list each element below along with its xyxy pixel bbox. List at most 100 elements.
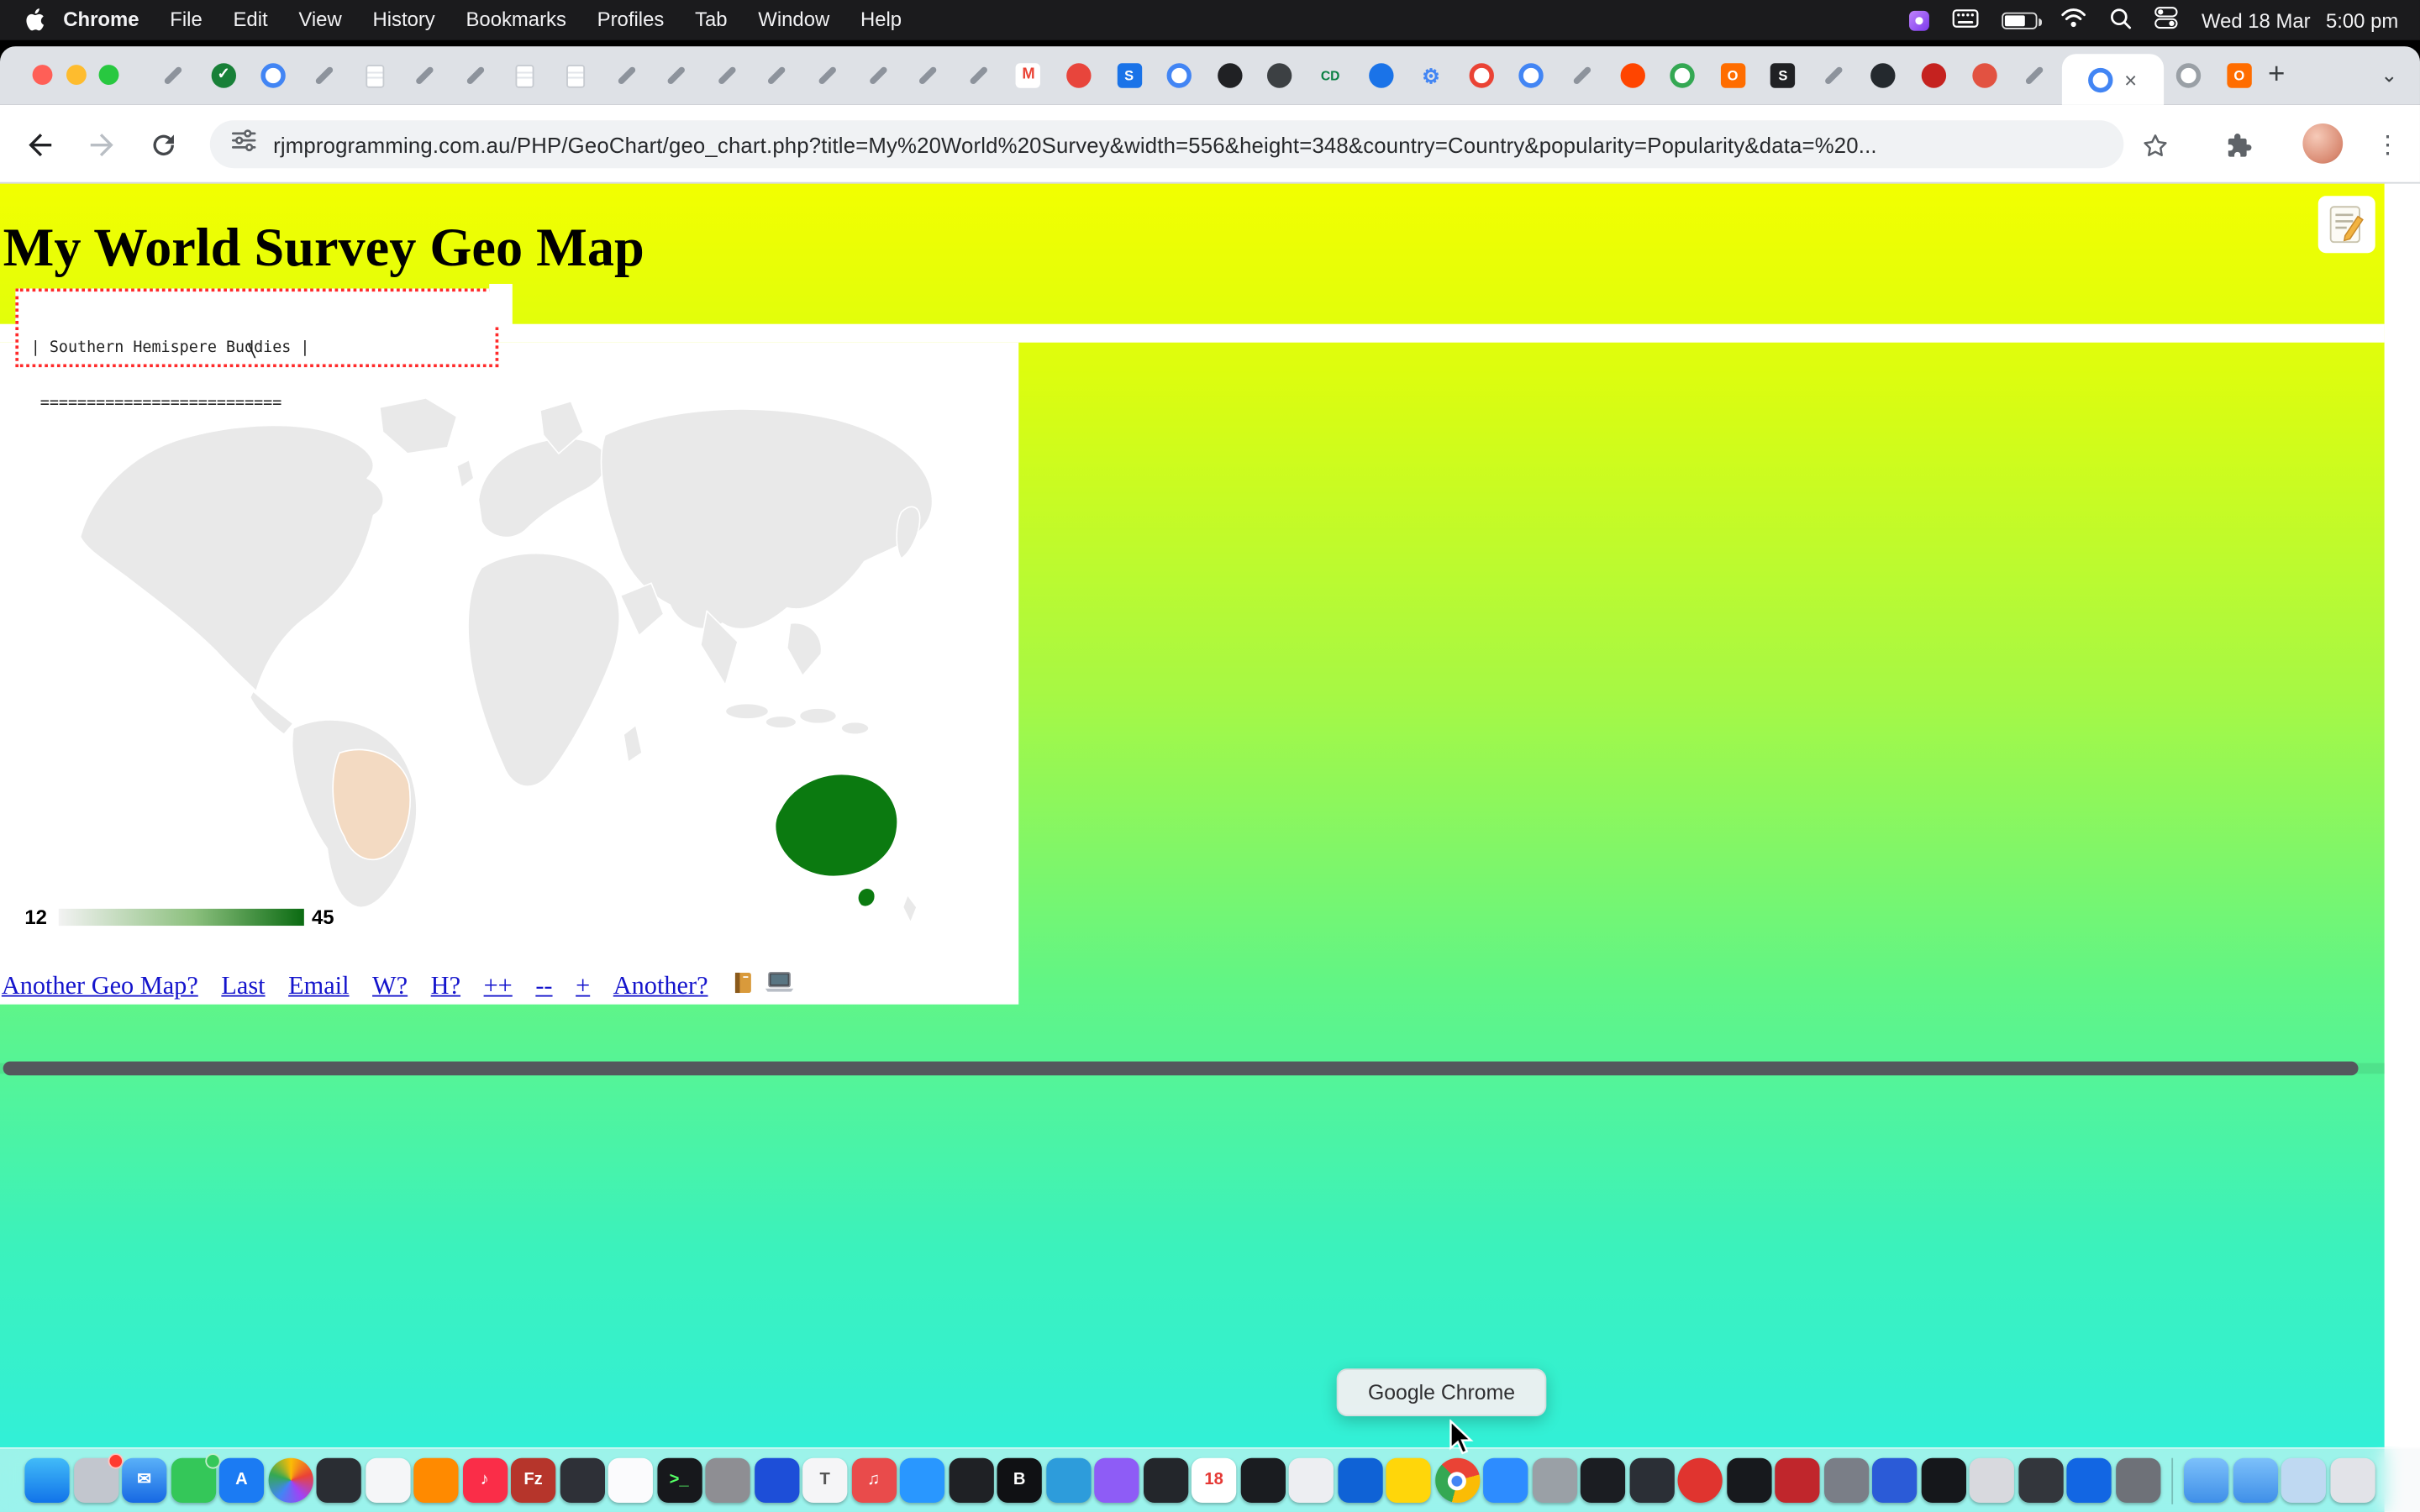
- dock-mail[interactable]: ✉: [122, 1458, 166, 1503]
- link-email[interactable]: Email: [288, 970, 349, 1001]
- dock-icon[interactable]: [1872, 1458, 1917, 1503]
- dock-downloads[interactable]: [2281, 1458, 2326, 1503]
- dock-icon[interactable]: [365, 1458, 409, 1503]
- browser-tab[interactable]: [1255, 46, 1305, 105]
- apple-menu-icon[interactable]: [24, 8, 45, 32]
- browser-tab[interactable]: [651, 46, 702, 105]
- browser-tab[interactable]: [852, 46, 902, 105]
- menu-profiles[interactable]: Profiles: [581, 0, 679, 40]
- browser-tab[interactable]: [550, 46, 601, 105]
- dock-icon[interactable]: [1775, 1458, 1819, 1503]
- back-button[interactable]: [22, 127, 59, 164]
- dock-launchpad[interactable]: [73, 1458, 118, 1503]
- browser-tab[interactable]: [702, 46, 752, 105]
- extensions-icon[interactable]: [2219, 127, 2256, 164]
- browser-tab[interactable]: [1607, 46, 1657, 105]
- minimize-window-button[interactable]: [66, 65, 86, 85]
- dock-icon[interactable]: [1970, 1458, 2014, 1503]
- dock-calendar[interactable]: 18: [1192, 1458, 1236, 1503]
- link-another-geo-map[interactable]: Another Geo Map?: [2, 970, 198, 1001]
- dock-bbedit[interactable]: B: [997, 1458, 1042, 1503]
- browser-tab[interactable]: [902, 46, 953, 105]
- control-center-icon[interactable]: [2155, 6, 2179, 34]
- spotlight-search-icon[interactable]: [2111, 7, 2133, 33]
- site-settings-icon[interactable]: [232, 128, 256, 160]
- menu-bar-clock[interactable]: Wed 18 Mar 5:00 pm: [2202, 8, 2398, 32]
- browser-tab[interactable]: CD: [1305, 46, 1355, 105]
- forward-button[interactable]: [83, 127, 120, 164]
- dock-finder[interactable]: [24, 1458, 69, 1503]
- dock-icon[interactable]: [2115, 1458, 2160, 1503]
- browser-tab[interactable]: [400, 46, 450, 105]
- browser-tab[interactable]: [1155, 46, 1205, 105]
- dock-folder[interactable]: [2184, 1458, 2228, 1503]
- browser-tab[interactable]: O: [1707, 46, 1758, 105]
- dock-icon[interactable]: [1143, 1458, 1187, 1503]
- browser-tab[interactable]: [249, 46, 299, 105]
- horizontal-scrollbar-thumb[interactable]: [3, 1062, 2359, 1076]
- keyboard-icon[interactable]: [1953, 8, 1979, 32]
- browser-tab[interactable]: [1205, 46, 1255, 105]
- profile-avatar[interactable]: [2302, 123, 2343, 164]
- dock-icon[interactable]: [1823, 1458, 1868, 1503]
- dock-folder[interactable]: [2233, 1458, 2277, 1503]
- browser-tab[interactable]: [1909, 46, 1960, 105]
- browser-tab[interactable]: [500, 46, 550, 105]
- link-[interactable]: --: [535, 970, 552, 1001]
- browser-tab[interactable]: [1054, 46, 1104, 105]
- browser-tab[interactable]: [299, 46, 350, 105]
- browser-tab[interactable]: [1859, 46, 1909, 105]
- dock-safari[interactable]: [900, 1458, 944, 1503]
- dock-podcasts[interactable]: [1094, 1458, 1139, 1503]
- dock-textedit[interactable]: T: [802, 1458, 847, 1503]
- dock-icon[interactable]: [1921, 1458, 1965, 1503]
- dock-filezilla[interactable]: Fz: [511, 1458, 555, 1503]
- menu-bookmarks[interactable]: Bookmarks: [450, 0, 581, 40]
- browser-tab[interactable]: M: [1003, 46, 1054, 105]
- reload-button[interactable]: [145, 127, 182, 164]
- link-[interactable]: +: [576, 970, 590, 1001]
- link-[interactable]: ++: [484, 970, 513, 1001]
- link-another[interactable]: Another?: [613, 970, 708, 1001]
- menu-view[interactable]: View: [283, 0, 357, 40]
- browser-tab[interactable]: [1657, 46, 1707, 105]
- bookmark-star-icon[interactable]: [2136, 127, 2173, 164]
- link-w[interactable]: W?: [372, 970, 408, 1001]
- link-last[interactable]: Last: [221, 970, 265, 1001]
- dock-icon[interactable]: [705, 1458, 750, 1503]
- browser-tab[interactable]: [2009, 46, 2060, 105]
- browser-tab[interactable]: [802, 46, 853, 105]
- dock-firefox[interactable]: [413, 1458, 458, 1503]
- wifi-icon[interactable]: [2061, 8, 2087, 32]
- browser-tab[interactable]: [1557, 46, 1607, 105]
- browser-tab[interactable]: [1355, 46, 1406, 105]
- menu-history[interactable]: History: [357, 0, 450, 40]
- notebook-icon[interactable]: [731, 969, 755, 1002]
- chrome-menu-icon[interactable]: ⋮: [2372, 127, 2403, 164]
- dock-notes[interactable]: [1386, 1458, 1430, 1503]
- dock-icon[interactable]: [1629, 1458, 1674, 1503]
- battery-icon[interactable]: [2002, 12, 2038, 29]
- dock-terminal[interactable]: >_: [657, 1458, 702, 1503]
- laptop-icon[interactable]: [764, 970, 795, 1001]
- dock-chrome[interactable]: [1434, 1458, 1479, 1503]
- menu-tab[interactable]: Tab: [680, 0, 743, 40]
- browser-tab[interactable]: S: [1758, 46, 1808, 105]
- browser-tab[interactable]: S: [1104, 46, 1155, 105]
- screen-share-status-icon[interactable]: [1910, 10, 1930, 30]
- memo-thumbnail[interactable]: [2318, 196, 2375, 253]
- dock-icon[interactable]: [1289, 1458, 1334, 1503]
- address-bar[interactable]: rjmprogramming.com.au/PHP/GeoChart/geo_c…: [210, 120, 2124, 168]
- dock-trash[interactable]: [2330, 1458, 2375, 1503]
- link-h[interactable]: H?: [431, 970, 460, 1001]
- menu-window[interactable]: Window: [743, 0, 845, 40]
- close-window-button[interactable]: [33, 65, 53, 85]
- browser-tab[interactable]: [148, 46, 198, 105]
- dock-photos[interactable]: [268, 1458, 313, 1503]
- dock-icon[interactable]: [1532, 1458, 1576, 1503]
- new-tab-button[interactable]: +: [2256, 55, 2296, 96]
- dock-opera[interactable]: [1678, 1458, 1723, 1503]
- zoom-window-button[interactable]: [99, 65, 119, 85]
- browser-tab[interactable]: [601, 46, 651, 105]
- dock-app-store[interactable]: A: [219, 1458, 264, 1503]
